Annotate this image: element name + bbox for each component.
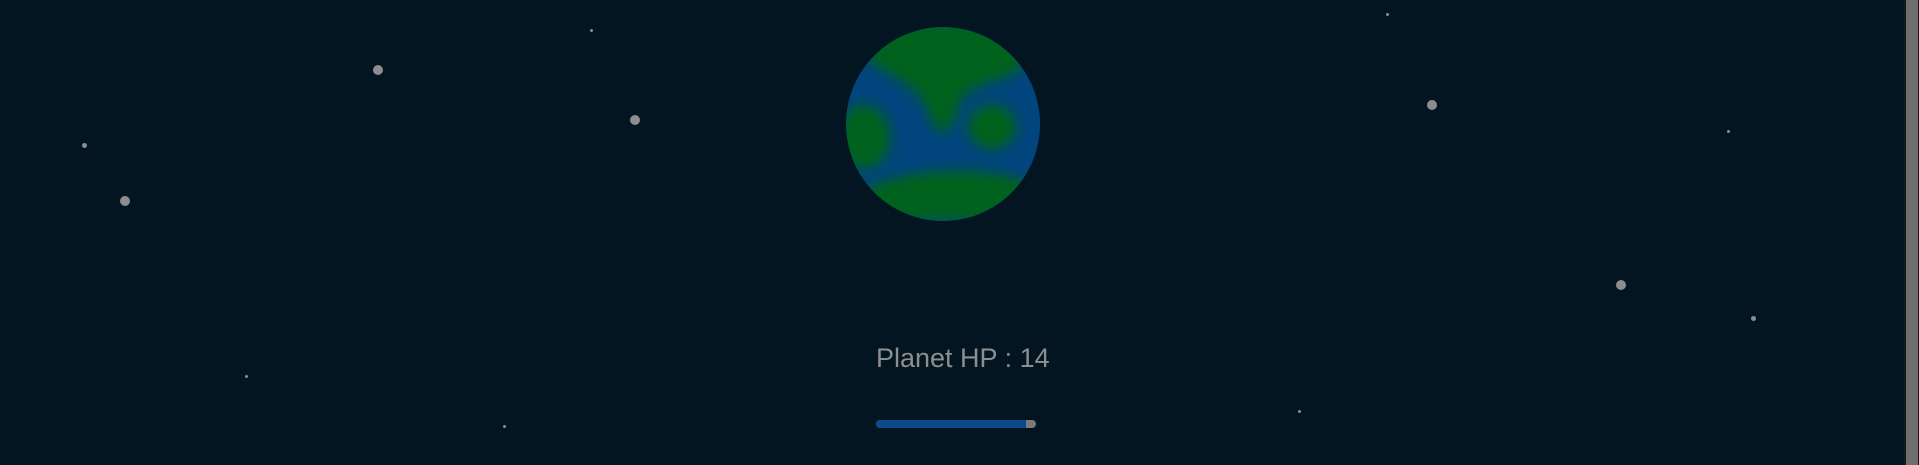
planet-hp-label: Planet HP : 14 [876,343,1050,373]
planet-hp-bar [876,420,1036,428]
scrollbar-thumb[interactable] [1906,0,1918,465]
star-icon [1727,130,1730,133]
star-icon [373,65,383,75]
vertical-scrollbar[interactable] [1904,0,1919,465]
planet-hp-bar-fill [876,420,1027,428]
star-icon [120,196,130,206]
star-icon [503,425,506,428]
game-canvas[interactable]: Planet HP : 14 [0,0,1919,465]
star-icon [1427,100,1437,110]
star-icon [82,143,87,148]
star-icon [1751,316,1756,321]
planet-icon[interactable] [846,27,1040,221]
star-icon [245,375,248,378]
star-icon [1386,13,1389,16]
star-icon [630,115,640,125]
planet-graphic [846,27,1040,221]
star-icon [1616,280,1626,290]
star-icon [590,29,593,32]
star-icon [1298,410,1301,413]
